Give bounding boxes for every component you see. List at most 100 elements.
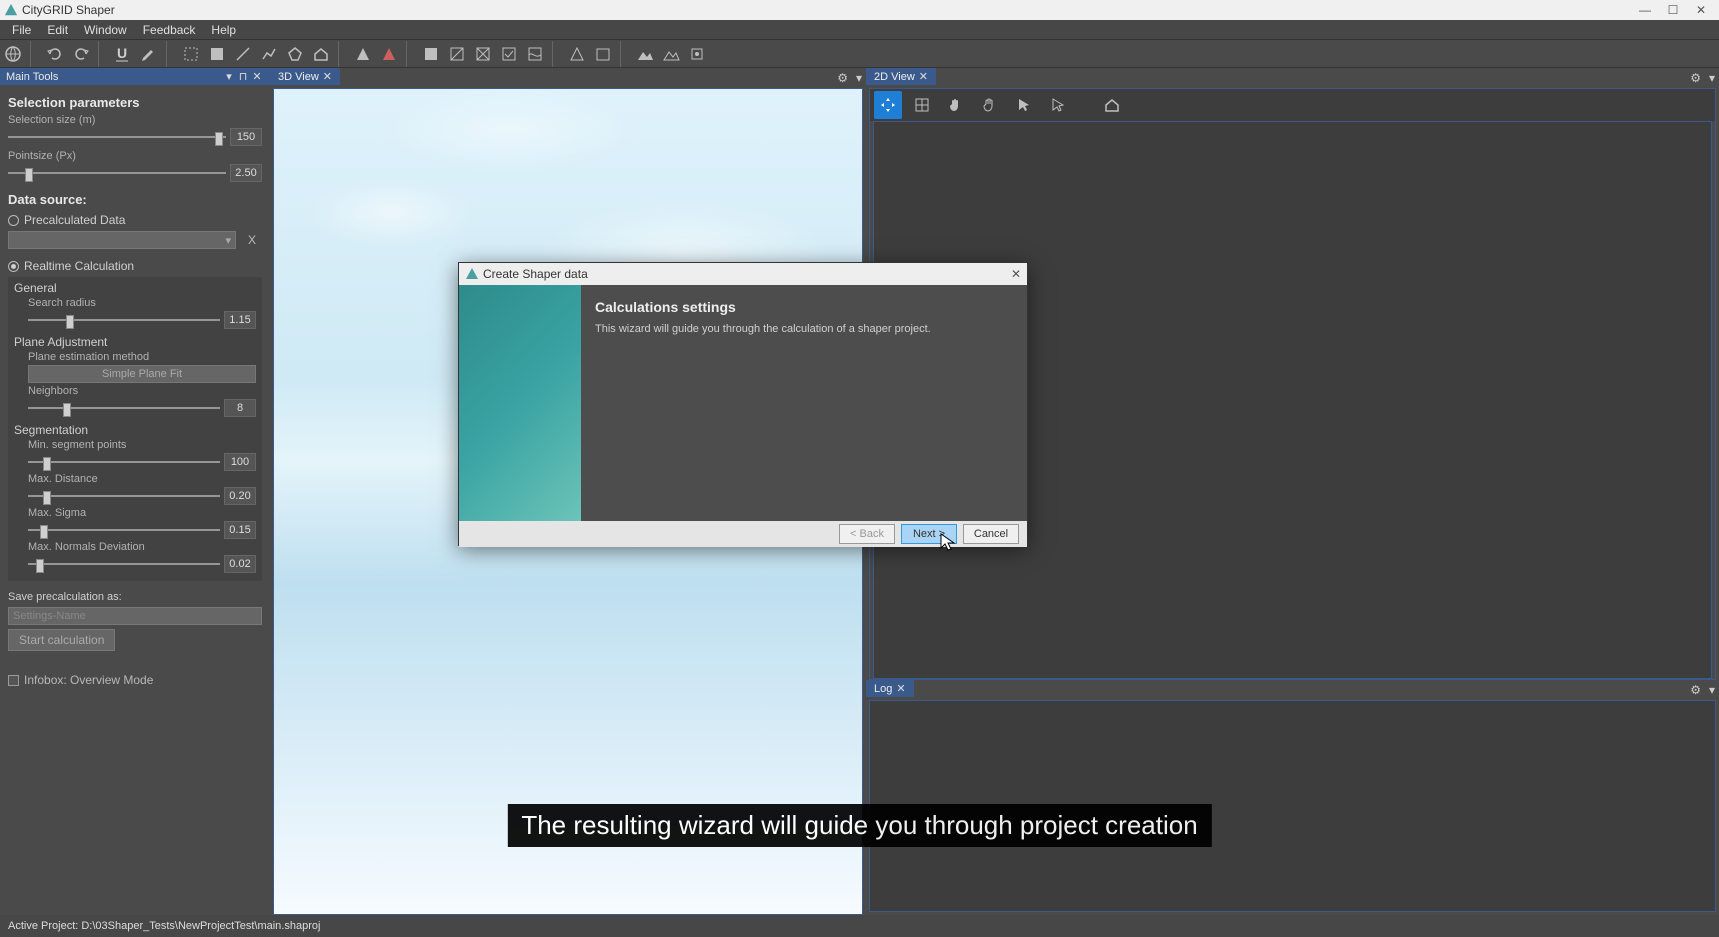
cursor-a-icon[interactable] bbox=[1010, 91, 1038, 119]
plane-est-value: Simple Plane Fit bbox=[102, 368, 182, 380]
panel-pin-icon[interactable]: ⊓ bbox=[236, 70, 250, 83]
precalc-radio[interactable] bbox=[8, 215, 19, 226]
dialog-header[interactable]: Create Shaper data ✕ bbox=[459, 263, 1027, 285]
save-precalc-field[interactable]: Settings-Name bbox=[8, 607, 262, 625]
3d-view-menu-icon[interactable]: ▾ bbox=[852, 71, 866, 85]
3d-view-tab[interactable]: 3D View ✕ bbox=[270, 68, 340, 85]
pointsize-slider[interactable] bbox=[8, 166, 226, 180]
selection-size-value[interactable]: 150 bbox=[230, 128, 262, 146]
menu-feedback[interactable]: Feedback bbox=[135, 21, 204, 39]
search-radius-value[interactable]: 1.15 bbox=[224, 311, 256, 329]
infobox-row[interactable]: Infobox: Overview Mode bbox=[8, 673, 262, 687]
3d-view-close[interactable]: ✕ bbox=[323, 70, 332, 83]
underline-icon[interactable]: U bbox=[110, 41, 136, 67]
precalc-clear[interactable]: X bbox=[242, 233, 262, 247]
diag-fill-icon[interactable] bbox=[444, 41, 470, 67]
menu-window[interactable]: Window bbox=[76, 21, 135, 39]
mouse-cursor-icon bbox=[940, 533, 956, 553]
main-tools-tab[interactable]: Main Tools ▾ ⊓ ✕ bbox=[0, 68, 270, 85]
panel-menu-icon[interactable]: ▾ bbox=[222, 70, 236, 83]
realtime-radio[interactable] bbox=[8, 261, 19, 272]
line-icon[interactable] bbox=[230, 41, 256, 67]
grid-icon[interactable] bbox=[418, 41, 444, 67]
neighbors-value[interactable]: 8 bbox=[224, 399, 256, 417]
search-radius-slider[interactable] bbox=[28, 313, 220, 327]
2d-view-tab[interactable]: 2D View ✕ bbox=[866, 68, 936, 85]
mesh-b-icon[interactable] bbox=[590, 41, 616, 67]
log-tab[interactable]: Log ✕ bbox=[866, 680, 914, 697]
log-close[interactable]: ✕ bbox=[896, 682, 905, 695]
triangle-up-icon[interactable] bbox=[350, 41, 376, 67]
box-x-icon[interactable] bbox=[470, 41, 496, 67]
log-menu-icon[interactable]: ▾ bbox=[1705, 683, 1719, 697]
max-distance-value[interactable]: 0.20 bbox=[224, 487, 256, 505]
mountain-a-icon[interactable] bbox=[632, 41, 658, 67]
window-minimize-button[interactable]: — bbox=[1631, 0, 1659, 20]
3d-view-gear-icon[interactable]: ⚙ bbox=[833, 71, 852, 85]
redo-icon[interactable] bbox=[68, 41, 94, 67]
globe-icon[interactable] bbox=[0, 41, 26, 67]
menu-help[interactable]: Help bbox=[203, 21, 244, 39]
max-normals-label: Max. Normals Deviation bbox=[28, 541, 256, 553]
min-segment-slider[interactable] bbox=[28, 455, 220, 469]
select-fill-icon[interactable] bbox=[204, 41, 230, 67]
undo-icon[interactable] bbox=[42, 41, 68, 67]
move-tool-icon[interactable] bbox=[874, 91, 902, 119]
main-tools-panel: Main Tools ▾ ⊓ ✕ Selection parameters Se… bbox=[0, 68, 270, 915]
log-panel: Log ✕ ⚙ ▾ bbox=[866, 680, 1719, 915]
dialog-close-icon[interactable]: ✕ bbox=[1011, 267, 1021, 281]
selection-size-slider[interactable] bbox=[8, 130, 226, 144]
video-caption: The resulting wizard will guide you thro… bbox=[507, 804, 1211, 847]
triangle-warn-icon[interactable] bbox=[376, 41, 402, 67]
grid-tool-icon[interactable] bbox=[908, 91, 936, 119]
2d-view-gear-icon[interactable]: ⚙ bbox=[1686, 71, 1705, 85]
datasource-heading: Data source: bbox=[8, 192, 262, 207]
box-wave-icon[interactable] bbox=[522, 41, 548, 67]
select-rect-icon[interactable] bbox=[178, 41, 204, 67]
precalc-radio-row[interactable]: Precalculated Data bbox=[8, 213, 262, 227]
window-maximize-button[interactable]: ☐ bbox=[1659, 0, 1687, 20]
max-sigma-value[interactable]: 0.15 bbox=[224, 521, 256, 539]
infobox-checkbox[interactable] bbox=[8, 675, 19, 686]
pointsize-value[interactable]: 2.50 bbox=[230, 164, 262, 182]
start-calculation-button[interactable]: Start calculation bbox=[8, 629, 115, 651]
2d-view-menu-icon[interactable]: ▾ bbox=[1705, 71, 1719, 85]
menu-edit[interactable]: Edit bbox=[39, 21, 76, 39]
max-normals-slider[interactable] bbox=[28, 557, 220, 571]
target-icon[interactable] bbox=[684, 41, 710, 67]
save-precalc-label: Save precalculation as: bbox=[8, 591, 262, 603]
panel-close-icon[interactable]: ✕ bbox=[250, 70, 264, 83]
realtime-radio-row[interactable]: Realtime Calculation bbox=[8, 259, 262, 273]
mesh-a-icon[interactable] bbox=[564, 41, 590, 67]
mountain-b-icon[interactable] bbox=[658, 41, 684, 67]
max-sigma-slider[interactable] bbox=[28, 523, 220, 537]
menu-file[interactable]: File bbox=[4, 21, 39, 39]
cursor-b-icon[interactable] bbox=[1044, 91, 1072, 119]
house-icon[interactable] bbox=[308, 41, 334, 67]
max-normals-value[interactable]: 0.02 bbox=[224, 555, 256, 573]
min-segment-value[interactable]: 100 bbox=[224, 453, 256, 471]
general-heading: General bbox=[14, 281, 256, 295]
box-check-icon[interactable] bbox=[496, 41, 522, 67]
hand-grab-icon[interactable] bbox=[976, 91, 1004, 119]
dialog-cancel-button[interactable]: Cancel bbox=[963, 524, 1019, 544]
log-gear-icon[interactable]: ⚙ bbox=[1686, 683, 1705, 697]
dialog-sidebar bbox=[459, 285, 581, 521]
hand-tool-icon[interactable] bbox=[942, 91, 970, 119]
polygon-icon[interactable] bbox=[282, 41, 308, 67]
3d-view-tab-label: 3D View bbox=[278, 71, 319, 83]
chevron-down-icon: ▾ bbox=[225, 234, 231, 247]
polyline-icon[interactable] bbox=[256, 41, 282, 67]
neighbors-slider[interactable] bbox=[28, 401, 220, 415]
neighbors-label: Neighbors bbox=[28, 385, 256, 397]
window-close-button[interactable]: ✕ bbox=[1687, 0, 1715, 20]
max-distance-slider[interactable] bbox=[28, 489, 220, 503]
precalc-combo[interactable]: ▾ bbox=[8, 231, 236, 249]
dialog-back-button[interactable]: < Back bbox=[839, 524, 895, 544]
edit-pencil-icon[interactable] bbox=[136, 41, 162, 67]
titlebar: CityGRID Shaper — ☐ ✕ bbox=[0, 0, 1719, 20]
dialog-logo-icon bbox=[465, 267, 479, 281]
2d-view-close[interactable]: ✕ bbox=[919, 70, 928, 83]
plane-est-combo[interactable]: Simple Plane Fit bbox=[28, 365, 256, 383]
home-icon[interactable] bbox=[1098, 91, 1126, 119]
